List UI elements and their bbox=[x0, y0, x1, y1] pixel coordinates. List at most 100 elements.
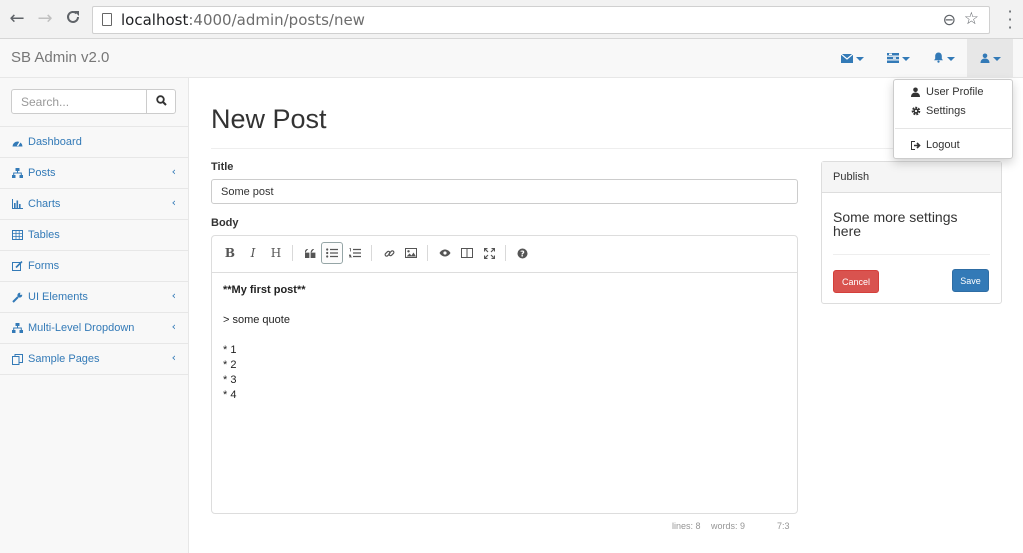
line-count: lines: 8 bbox=[672, 521, 701, 531]
reload-icon[interactable] bbox=[63, 9, 83, 29]
envelope-icon bbox=[840, 52, 853, 66]
user-dropdown[interactable] bbox=[967, 39, 1013, 78]
svg-text:?: ? bbox=[520, 249, 525, 258]
sidebar-item-charts[interactable]: Charts ‹ bbox=[0, 189, 188, 220]
editor-line: * 4 bbox=[223, 389, 237, 401]
unordered-list-icon[interactable] bbox=[321, 242, 343, 264]
caret-down-icon bbox=[947, 56, 955, 61]
editor-line: **My first post** bbox=[223, 284, 306, 296]
user-icon bbox=[980, 52, 990, 66]
sitemap-icon bbox=[12, 168, 24, 178]
editor-statusbar: lines: 8 words: 9 7:3 bbox=[211, 519, 798, 533]
menu-item-settings[interactable]: Settings bbox=[911, 105, 966, 117]
sidebar-item-label: Posts bbox=[28, 167, 56, 179]
sidebar: Dashboard Posts ‹ Charts ‹ Tables Forms … bbox=[0, 78, 189, 553]
chevron-left-icon: ‹ bbox=[171, 351, 176, 364]
sidebar-item-label: Multi-Level Dropdown bbox=[28, 322, 135, 334]
chevron-left-icon: ‹ bbox=[171, 165, 176, 178]
sidebar-item-forms[interactable]: Forms bbox=[0, 251, 188, 282]
markdown-editor: B I H ? **My first post** > some quote *… bbox=[211, 235, 798, 514]
editor-text-area[interactable]: **My first post** > some quote * 1 * 2 *… bbox=[223, 283, 306, 403]
heading-icon[interactable]: H bbox=[265, 242, 287, 264]
cancel-button[interactable]: Cancel bbox=[833, 270, 879, 293]
search-input[interactable] bbox=[11, 89, 147, 114]
sidebar-item-multi-level-dropdown[interactable]: Multi-Level Dropdown ‹ bbox=[0, 313, 188, 344]
toolbar-separator bbox=[505, 245, 506, 261]
editor-line: * 3 bbox=[223, 374, 237, 386]
sidebar-item-dashboard[interactable]: Dashboard bbox=[0, 127, 188, 158]
address-bar[interactable]: localhost:4000/admin/posts/new ⊖ ☆ bbox=[92, 6, 990, 34]
publish-panel: Publish Some more settings here Cancel S… bbox=[821, 161, 1002, 304]
url-host: localhost bbox=[121, 11, 189, 29]
image-icon[interactable] bbox=[400, 242, 422, 264]
menu-item-label: User Profile bbox=[926, 86, 984, 98]
cursor-position: 7:3 bbox=[777, 521, 790, 531]
gear-icon bbox=[911, 106, 923, 116]
sitemap-icon bbox=[12, 323, 24, 333]
user-dropdown-menu: User Profile Settings Logout bbox=[893, 79, 1013, 159]
sidebar-item-tables[interactable]: Tables bbox=[0, 220, 188, 251]
search-icon bbox=[155, 94, 167, 109]
panel-heading: Publish bbox=[822, 162, 1001, 193]
quote-icon[interactable] bbox=[299, 242, 321, 264]
toolbar-separator bbox=[427, 245, 428, 261]
files-icon bbox=[12, 353, 24, 365]
top-nav-icons bbox=[829, 39, 1013, 78]
dashboard-icon bbox=[12, 138, 24, 147]
save-button[interactable]: Save bbox=[952, 269, 989, 292]
zoom-icon[interactable]: ⊖ bbox=[943, 10, 956, 29]
page-icon bbox=[102, 13, 112, 26]
browser-menu-icon[interactable]: · · · bbox=[1005, 4, 1015, 36]
menu-item-user-profile[interactable]: User Profile bbox=[911, 86, 983, 98]
menu-item-label: Settings bbox=[926, 105, 966, 117]
title-input[interactable] bbox=[211, 179, 798, 204]
wrench-icon bbox=[12, 292, 24, 303]
chevron-left-icon: ‹ bbox=[171, 320, 176, 333]
divider bbox=[833, 254, 990, 255]
bold-icon[interactable]: B bbox=[219, 242, 241, 264]
editor-line: * 1 bbox=[223, 344, 237, 356]
brand[interactable]: SB Admin v2.0 bbox=[11, 49, 109, 66]
side-by-side-icon[interactable] bbox=[456, 242, 478, 264]
sidebar-item-label: Forms bbox=[28, 260, 60, 272]
italic-icon[interactable]: I bbox=[242, 242, 264, 264]
link-icon[interactable] bbox=[378, 242, 400, 264]
sign-out-icon bbox=[911, 140, 923, 150]
bookmark-star-icon[interactable]: ☆ bbox=[964, 9, 979, 29]
title-label: Title bbox=[211, 161, 234, 173]
search-button[interactable] bbox=[146, 89, 176, 114]
body-label: Body bbox=[211, 217, 239, 229]
back-icon[interactable]: ← bbox=[7, 9, 27, 29]
sidebar-item-posts[interactable]: Posts ‹ bbox=[0, 158, 188, 189]
messages-dropdown[interactable] bbox=[829, 39, 875, 78]
caret-down-icon bbox=[901, 56, 910, 61]
ordered-list-icon[interactable] bbox=[344, 242, 366, 264]
table-icon bbox=[12, 230, 24, 240]
alerts-dropdown[interactable] bbox=[921, 39, 967, 78]
panel-body-text: Some more settings here bbox=[833, 209, 958, 239]
sidebar-search bbox=[11, 89, 176, 114]
bar-chart-icon bbox=[12, 199, 24, 209]
fullscreen-icon[interactable] bbox=[478, 242, 500, 264]
url-text[interactable]: localhost:4000/admin/posts/new bbox=[121, 11, 365, 29]
help-icon[interactable]: ? bbox=[511, 242, 533, 264]
sidebar-item-sample-pages[interactable]: Sample Pages ‹ bbox=[0, 344, 188, 375]
word-count: words: 9 bbox=[711, 521, 746, 531]
preview-eye-icon[interactable] bbox=[434, 242, 456, 264]
menu-item-logout[interactable]: Logout bbox=[911, 139, 960, 151]
sidebar-item-label: Tables bbox=[28, 229, 60, 241]
bell-icon bbox=[933, 52, 944, 66]
caret-down-icon bbox=[855, 56, 864, 61]
toolbar-separator bbox=[292, 245, 293, 261]
editor-line: > some quote bbox=[223, 314, 290, 326]
sidebar-item-ui-elements[interactable]: UI Elements ‹ bbox=[0, 282, 188, 313]
sidebar-item-label: UI Elements bbox=[28, 291, 88, 303]
caret-down-icon bbox=[992, 56, 1001, 61]
forward-icon[interactable]: → bbox=[35, 9, 55, 29]
tasks-dropdown[interactable] bbox=[875, 39, 921, 78]
sidebar-item-label: Charts bbox=[28, 198, 61, 210]
browser-toolbar: ← → localhost:4000/admin/posts/new ⊖ ☆ ·… bbox=[0, 0, 1023, 39]
sidebar-menu: Dashboard Posts ‹ Charts ‹ Tables Forms … bbox=[0, 126, 188, 375]
